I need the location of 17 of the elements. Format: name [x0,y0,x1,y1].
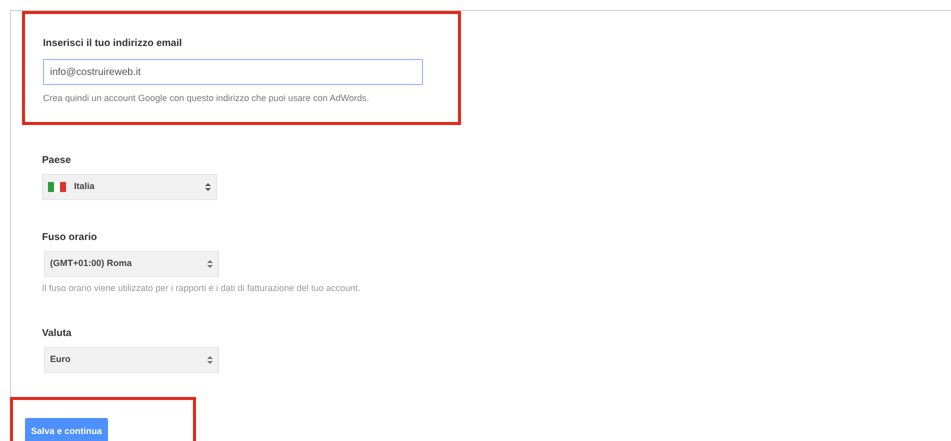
select-value: Euro [50,352,72,366]
field-label: Paese [42,154,72,168]
field-label: Valuta [42,326,72,340]
currency-select[interactable]: Euro [44,346,219,372]
flag-icon [48,182,66,192]
field-label: Inserisci il tuo indirizzo email [43,37,183,51]
updown-icon [207,354,213,364]
email-field[interactable]: info@costruireweb.it [43,59,423,85]
timezone-select[interactable]: (GMT+01:00) Roma [44,251,219,277]
updown-icon [205,182,211,192]
help-text: Il fuso orario viene utilizzato per i rapporti e i dati di fatturazione del tuo account. [42,282,362,295]
help-text: Crea quindi un account Google con questo indirizzo che puoi usare con AdWords. [43,93,370,104]
country-select[interactable]: Italia [42,174,217,200]
field-label: Fuso orario [42,231,98,245]
select-value: Italia [74,180,96,194]
updown-icon [207,259,213,269]
select-value: (GMT+01:00) Roma [50,257,133,270]
